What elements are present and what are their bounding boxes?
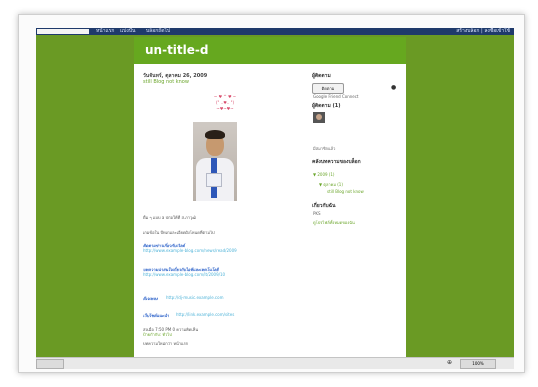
post-title[interactable]: still Blog not know — [143, 79, 189, 85]
browser-statusbar — [36, 357, 514, 369]
follower-avatar[interactable] — [313, 112, 325, 123]
zoom-level[interactable]: 100% — [460, 359, 496, 369]
navbar-sign-in[interactable]: สร้างบล็อก | ลงชื่อเข้าใช้ — [456, 27, 510, 35]
post-link-url[interactable]: http://link.example.com/sites — [176, 312, 234, 317]
sidebar-about-heading: เกี่ยวกับฉัน — [312, 203, 336, 209]
post-link-url[interactable]: http://www.example-blog.com/news/read/20… — [143, 248, 237, 253]
zoom-icon[interactable]: ⊕ — [447, 359, 452, 366]
archive-year[interactable]: ▼ 2009 (1) — [313, 172, 334, 177]
post-link-url[interactable]: http://dj-music.example.com — [166, 295, 223, 300]
blog-title[interactable]: un-title-d — [145, 43, 208, 57]
archive-post-link[interactable]: still Blog not know — [327, 189, 364, 194]
post-text-line: เกมข้อใน บีทเกมละเอียดฝั่งโหนดที่ตามไป — [143, 230, 215, 235]
decor-line: ~♥~♥~ — [216, 106, 234, 111]
post-photo — [193, 122, 237, 201]
post-link-label[interactable]: เว็บไซต์แนะนำ — [143, 312, 169, 319]
about-name: PKS — [313, 211, 321, 216]
content-area — [134, 64, 406, 357]
statusbar-tab[interactable] — [36, 359, 64, 369]
navbar-link-home[interactable]: หน้าแรก — [96, 27, 114, 35]
post-link-label[interactable]: ดีเจเพลง — [143, 295, 158, 302]
sidebar-followers-count: ผู้ติดตาม (1) — [312, 103, 341, 109]
post-labels[interactable]: ป้ายกำกับ: ทั่วไป — [143, 331, 172, 338]
sidebar-archive-heading: คลังบทความของบล็อก — [312, 159, 361, 165]
post-navigation[interactable]: บทความใหม่กว่า หน้าแรก — [143, 340, 188, 347]
follow-button[interactable]: ติดตาม — [312, 83, 344, 94]
photo-object — [206, 173, 222, 187]
view-profile-link[interactable]: ดูโปรไฟล์ทั้งหมดของฉัน — [313, 219, 355, 226]
follow-caption: Google Friend Connect — [313, 94, 359, 99]
sidebar-followers-heading: ผู้ติดตาม — [312, 73, 331, 79]
decorative-hearts: ~ ♥ ^ ♥ ~ (" ..♥.. ") ~♥~♥~ — [200, 94, 250, 116]
post-text-line: ดื่ม ๆ แบบ a ปก่อให้ที่ ส.ภาวุฒิ — [143, 215, 196, 220]
archive-month[interactable]: ▼ ตุลาคม (1) — [319, 181, 343, 188]
navbar-search-input[interactable] — [37, 29, 89, 34]
post-link-url[interactable]: http://www.example-blog.com/it/2009/10 — [143, 272, 225, 277]
navbar-link-share[interactable]: แบ่งปัน — [120, 27, 135, 35]
photo-hair — [205, 130, 225, 139]
google-icon[interactable]: ● — [391, 84, 396, 91]
navbar-link-next[interactable]: บล็อกถัดไป — [146, 27, 170, 35]
sidebar-member-note: มีสมาชิกแล้ว — [313, 146, 336, 151]
